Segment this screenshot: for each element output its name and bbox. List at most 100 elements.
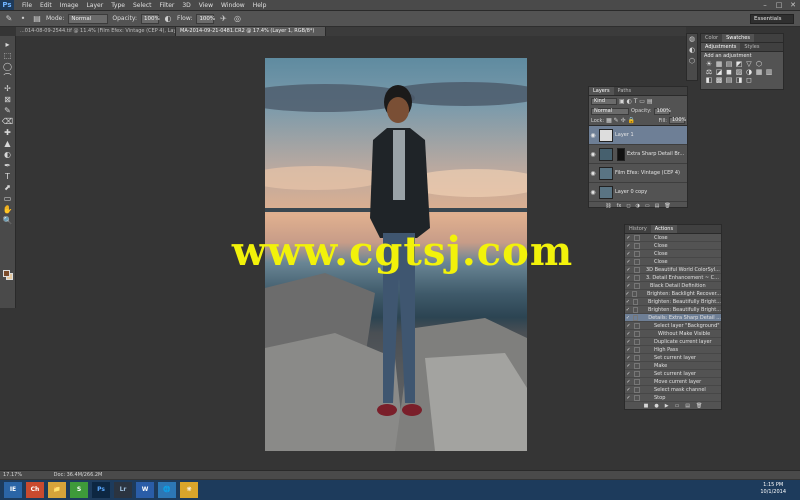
hand-tool-icon[interactable]: ✋ — [2, 205, 14, 215]
action-row[interactable]: ✓ Close — [625, 250, 721, 258]
action-check-icon[interactable]: ✓ — [625, 250, 632, 257]
layer-style-icon[interactable]: fx — [617, 202, 622, 211]
action-check-icon[interactable]: ✓ — [625, 314, 631, 321]
zoom-level[interactable]: 17.17% — [0, 472, 22, 478]
dodge-tool-icon[interactable]: ◐ — [2, 150, 14, 160]
action-check-icon[interactable]: ✓ — [625, 330, 632, 337]
menu-select[interactable]: Select — [129, 2, 156, 9]
layer-opacity-field[interactable]: 100% — [653, 107, 671, 115]
action-check-icon[interactable]: ✓ — [625, 362, 632, 369]
action-row[interactable]: ✓ Brighten: Backlight Recover... — [625, 290, 721, 298]
stop-icon[interactable]: ■ — [644, 402, 649, 410]
minimize-icon[interactable]: – — [758, 0, 772, 10]
dialog-toggle-icon[interactable] — [634, 362, 640, 369]
dialog-toggle-icon[interactable] — [634, 338, 640, 345]
tab-paths[interactable]: Paths — [614, 87, 636, 95]
action-check-icon[interactable]: ✓ — [625, 274, 632, 281]
dialog-toggle-icon[interactable] — [634, 258, 640, 265]
dialog-toggle-icon[interactable] — [632, 290, 637, 297]
dialog-toggle-icon[interactable] — [634, 282, 640, 289]
dialog-toggle-icon[interactable] — [634, 250, 640, 257]
opacity-field[interactable]: 100% — [141, 13, 160, 24]
action-check-icon[interactable]: ✓ — [625, 354, 632, 361]
tab-document-2[interactable]: MA-2014-09-21-0481.CR2 @ 17.4% (Layer 1,… — [176, 27, 326, 36]
3d-panel-icon[interactable]: ⬡ — [687, 56, 697, 67]
new-layer-icon[interactable]: ▤ — [655, 202, 660, 211]
action-row[interactable]: ✓ Details: Extra Sharp Detail ... — [625, 314, 721, 322]
lasso-tool-icon[interactable]: ⌒ — [2, 73, 14, 83]
type-tool-icon[interactable]: T — [2, 172, 14, 182]
blend-mode-select[interactable]: Normal — [591, 107, 629, 115]
adjustments-panel-icon[interactable]: ◐ — [687, 45, 697, 56]
color-balance-icon[interactable]: ⚖ — [704, 68, 714, 76]
flow-field[interactable]: 100% — [196, 13, 215, 24]
menu-file[interactable]: File — [18, 2, 36, 9]
layer-kind-select[interactable]: Kind — [591, 97, 617, 105]
tab-history[interactable]: History — [625, 225, 651, 233]
flower-app-icon[interactable]: ❋ — [180, 482, 198, 498]
hue-icon[interactable]: ⬡ — [754, 60, 764, 68]
path-select-icon[interactable]: ⬈ — [2, 183, 14, 193]
dialog-toggle-icon[interactable] — [632, 306, 638, 313]
action-check-icon[interactable]: ✓ — [625, 234, 632, 241]
dialog-toggle-icon[interactable] — [634, 266, 640, 273]
lock-icons[interactable]: ▦ ✎ ✢ 🔒 — [606, 117, 635, 124]
visibility-eye-icon[interactable]: ◉ — [589, 170, 597, 177]
selective-color-icon[interactable]: ▤ — [724, 76, 734, 84]
layer-fill-field[interactable]: 100% — [669, 117, 686, 124]
delete-action-icon[interactable]: 🗑 — [696, 402, 702, 410]
dialog-toggle-icon[interactable] — [634, 354, 640, 361]
threshold-icon[interactable]: ◧ — [704, 76, 714, 84]
system-clock[interactable]: 1:15 PM 10/1/2014 — [760, 482, 786, 496]
new-action-icon[interactable]: ▤ — [685, 402, 690, 410]
dialog-toggle-icon[interactable] — [632, 314, 639, 321]
brush-preset-icon[interactable]: • — [18, 14, 28, 24]
action-row[interactable]: ✓ 3. Detail Enhancement ~ C... — [625, 274, 721, 282]
levels-icon[interactable]: ▦ — [714, 60, 724, 68]
dialog-toggle-icon[interactable] — [634, 378, 640, 385]
adjustment-layer-icon[interactable]: ◑ — [636, 202, 640, 211]
sharpen-tool-icon[interactable]: ▲ — [2, 139, 14, 149]
action-row[interactable]: ✓ Stop — [625, 394, 721, 402]
brush-tool-icon[interactable]: ✎ — [4, 14, 14, 24]
action-row[interactable]: ✓ 3D Beautiful World ColorSyl... — [625, 266, 721, 274]
brush-tool-icon[interactable]: ✎ — [2, 106, 14, 116]
healing-tool-icon[interactable]: ✚ — [2, 128, 14, 138]
action-row[interactable]: ✓ Brighten: Beautifully Bright... — [625, 306, 721, 314]
delete-layer-icon[interactable]: 🗑 — [664, 202, 670, 211]
brush-panel-icon[interactable]: ▤ — [32, 14, 42, 24]
play-icon[interactable]: ▶ — [665, 402, 669, 410]
add-mask-icon[interactable]: ◻ — [626, 202, 630, 211]
lightroom-icon[interactable]: Lr — [114, 482, 132, 498]
photoshop-icon[interactable]: Ps — [92, 482, 110, 498]
menu-image[interactable]: Image — [56, 2, 83, 9]
dialog-toggle-icon[interactable] — [632, 298, 638, 305]
curves-icon[interactable]: ▤ — [724, 60, 734, 68]
tab-swatches[interactable]: Swatches — [722, 34, 754, 42]
dialog-toggle-icon[interactable] — [634, 346, 640, 353]
black-white-icon[interactable]: ◪ — [714, 68, 724, 76]
action-row[interactable]: ✓ Make — [625, 362, 721, 370]
channel-mixer-icon[interactable]: ▨ — [734, 68, 744, 76]
action-row[interactable]: ✓ Select layer "Background" — [625, 322, 721, 330]
dialog-toggle-icon[interactable] — [634, 370, 640, 377]
invert-icon[interactable]: ▦ — [754, 68, 764, 76]
action-check-icon[interactable]: ✓ — [625, 394, 632, 401]
tab-adjustments[interactable]: Adjustments — [701, 43, 741, 51]
action-row[interactable]: ✓ Black Detail Definition — [625, 282, 721, 290]
dialog-toggle-icon[interactable] — [634, 274, 640, 281]
action-row[interactable]: ✓ Set current layer — [625, 370, 721, 378]
action-row[interactable]: ✓ Brighten: Beautifully Bright... — [625, 298, 721, 306]
action-check-icon[interactable]: ✓ — [625, 322, 632, 329]
rectangle-tool-icon[interactable]: ▭ — [2, 194, 14, 204]
layer-row[interactable]: ◉ Extra Sharp Detail Br... — [589, 145, 687, 164]
brightness-icon[interactable]: ☀ — [704, 60, 714, 68]
action-row[interactable]: ✓ Without Make Visible — [625, 330, 721, 338]
action-check-icon[interactable]: ✓ — [625, 338, 632, 345]
menu-view[interactable]: View — [195, 2, 217, 9]
action-row[interactable]: ✓ Close — [625, 234, 721, 242]
chrome-icon[interactable]: Ch — [26, 482, 44, 498]
menu-type[interactable]: Type — [107, 2, 129, 9]
menu-help[interactable]: Help — [249, 2, 271, 9]
solid-color-icon[interactable]: ◻ — [744, 76, 754, 84]
